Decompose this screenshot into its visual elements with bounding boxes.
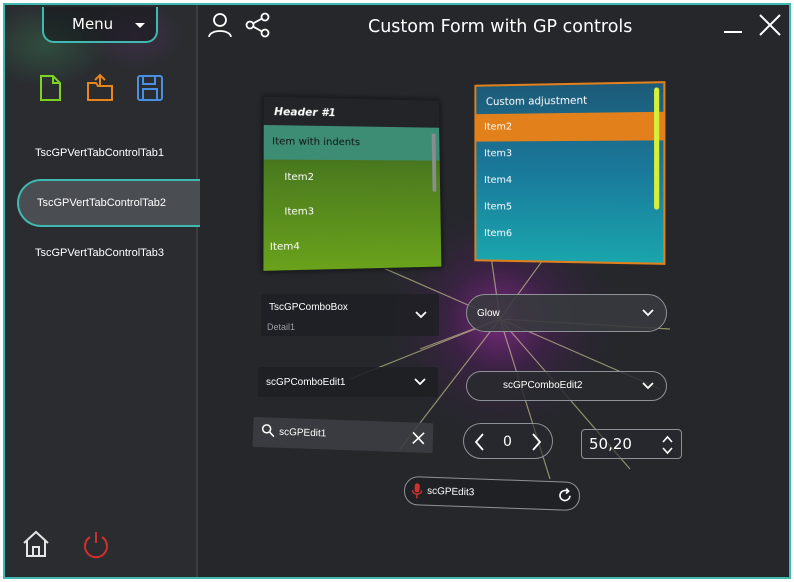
sidebar-tab-label: TscGPVertTabControlTab2 [37, 197, 167, 209]
sidebar-tab-label: TscGPVertTabControlTab3 [35, 247, 165, 259]
combo-edit-1[interactable]: scGPComboEdit1 [258, 367, 438, 397]
edit-value: scGPEdit1 [278, 426, 327, 440]
app-window: Menu TscGPVertTabControlTab1 TscGPVertTa… [3, 3, 791, 579]
menu-button[interactable]: Menu [42, 7, 158, 43]
sidebar-tab-label: TscGPVertTabControlTab1 [35, 147, 165, 159]
up-down-icon[interactable] [662, 435, 673, 455]
chevron-left-icon[interactable] [472, 432, 488, 452]
spin-value: 0 [503, 434, 512, 450]
sidebar: Menu TscGPVertTabControlTab1 TscGPVertTa… [5, 5, 200, 577]
power-icon[interactable] [81, 529, 111, 559]
chevron-down-icon [415, 311, 427, 319]
number-value: 50,20 [589, 435, 632, 453]
list-item[interactable]: Item2 [264, 160, 441, 195]
combo-value: scGPComboEdit2 [503, 380, 583, 391]
list-item[interactable]: Item4 [476, 168, 663, 196]
spin-edit[interactable]: 0 [463, 423, 553, 459]
combo-box-glow[interactable]: Glow [466, 294, 667, 332]
list-item[interactable]: Item6 [476, 221, 663, 250]
list-header: Header #1 [263, 96, 440, 128]
minimize-icon[interactable] [720, 11, 748, 39]
window-title: Custom Form with GP controls [368, 17, 633, 37]
save-icon[interactable] [135, 73, 165, 103]
new-file-icon[interactable] [35, 73, 65, 103]
sidebar-tab-1[interactable]: TscGPVertTabControlTab1 [5, 133, 198, 173]
combo-title: TscGPComboBox [269, 302, 348, 313]
chevron-down-icon [642, 382, 654, 390]
close-icon[interactable] [756, 11, 784, 39]
combo-detail: Detail1 [267, 322, 296, 332]
clear-icon[interactable] [412, 431, 425, 445]
scrollbar[interactable] [654, 87, 660, 210]
share-icon[interactable] [244, 11, 272, 39]
combo-value: scGPComboEdit1 [266, 377, 346, 388]
search-icon [261, 424, 275, 438]
open-folder-icon[interactable] [85, 73, 115, 103]
chevron-right-icon[interactable] [528, 432, 544, 452]
title-bar: Custom Form with GP controls [198, 5, 789, 49]
combo-edit-2[interactable]: scGPComboEdit2 [466, 371, 667, 401]
list-item-selected[interactable]: Item with indents [263, 124, 440, 161]
combo-box-1[interactable]: TscGPComboBox Detail1 [261, 294, 439, 336]
list-item[interactable]: Item5 [476, 195, 663, 223]
list-box-1[interactable]: Header #1 Item with indents Item2 Item3 … [262, 95, 443, 272]
list-item[interactable]: Item4 [263, 227, 441, 265]
caret-down-icon [135, 23, 145, 28]
refresh-icon[interactable] [557, 487, 574, 504]
voice-edit[interactable]: scGPEdit3 [403, 475, 581, 512]
sidebar-tab-2[interactable]: TscGPVertTabControlTab2 [17, 179, 200, 227]
list-header: Custom adjustment [485, 94, 588, 109]
list-item[interactable]: Item3 [476, 140, 663, 168]
edit-value: scGPEdit3 [426, 485, 475, 499]
combo-value: Glow [477, 308, 500, 319]
home-icon[interactable] [22, 529, 50, 559]
user-icon[interactable] [206, 11, 234, 39]
list-item[interactable]: Item3 [264, 194, 441, 230]
microphone-icon [411, 483, 423, 499]
number-edit[interactable]: 50,20 [581, 429, 682, 459]
search-edit[interactable]: scGPEdit1 [252, 416, 434, 454]
list-box-2[interactable]: Custom adjustment Item2 Item3 Item4 Item… [474, 81, 666, 265]
list-item-selected[interactable]: Item2 [476, 111, 664, 142]
chevron-down-icon [414, 378, 426, 386]
menu-label: Menu [72, 15, 114, 33]
sidebar-tab-3[interactable]: TscGPVertTabControlTab3 [5, 233, 198, 273]
chevron-down-icon [642, 309, 654, 317]
